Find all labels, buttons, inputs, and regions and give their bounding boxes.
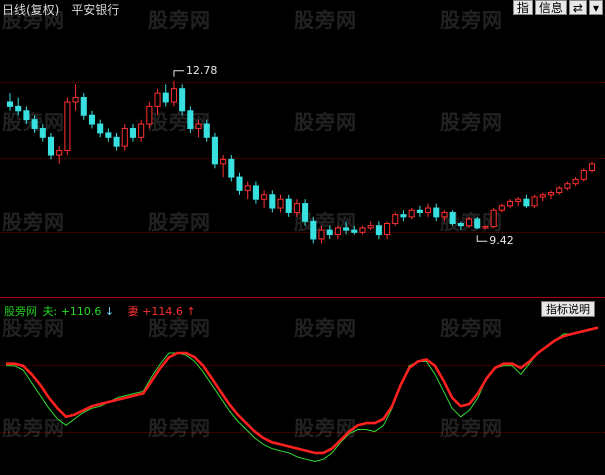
fast-value: +110.6 [60,305,102,318]
down-arrow-icon: ↓ [104,305,115,318]
high-price-label: 12.78 [185,63,218,77]
low-price-label: 9.42 [489,234,514,248]
slow-value: +114.6 [142,305,183,318]
indicator-help-button[interactable]: 指标说明 [541,301,595,317]
indicator-chart [6,326,599,462]
fast-line-legend: 夫: +110.6 ↓ [42,305,115,318]
slow-line-legend: 妻 +114.6 ↑ [128,305,196,318]
fast-line [6,327,599,462]
up-arrow-icon: ↑ [186,305,196,318]
indicator-name: 股旁网 [4,305,37,318]
slow-label: 妻 [127,305,139,318]
indicator-legend: 股旁网 夫: +110.6 ↓ 妻 +114.6 ↑ [4,303,196,319]
fast-label: 夫 [42,305,54,318]
slow-line [6,326,599,455]
